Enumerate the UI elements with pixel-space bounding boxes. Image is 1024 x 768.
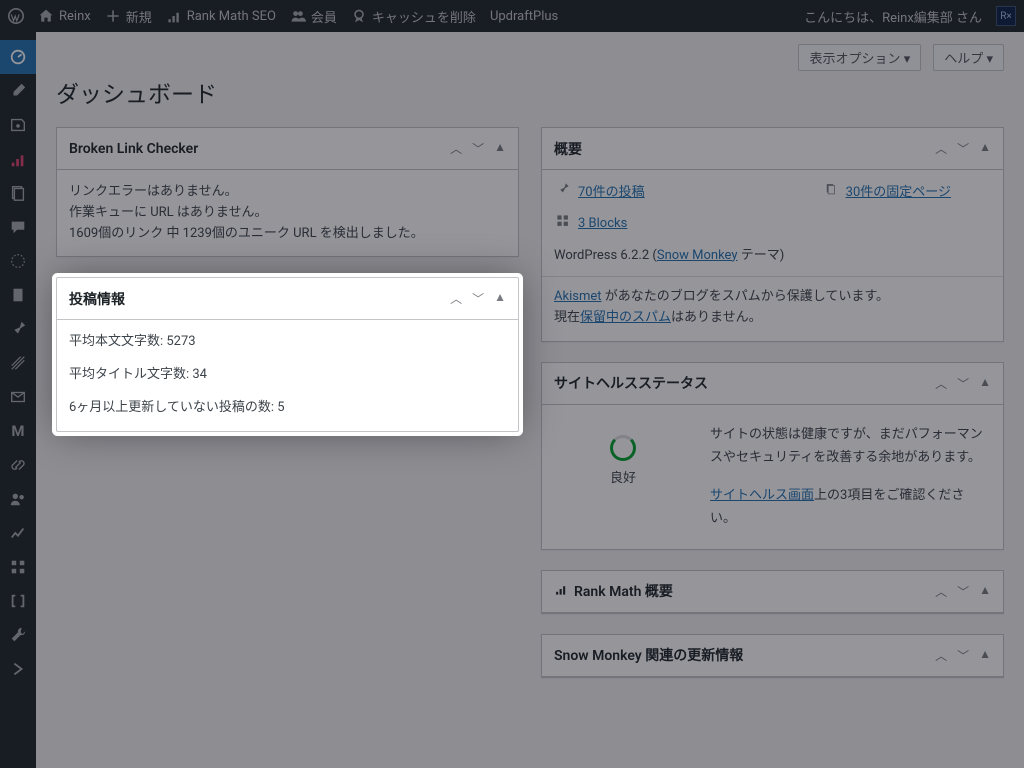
menu-media[interactable] <box>0 108 36 142</box>
blc-title: Broken Link Checker <box>69 141 198 157</box>
menu-analytics[interactable] <box>0 516 36 550</box>
menu-slash[interactable] <box>0 346 36 380</box>
rankmath-bar-link[interactable]: Rank Math SEO <box>166 8 276 24</box>
menu-m[interactable]: M <box>0 414 36 448</box>
menu-grid[interactable] <box>0 550 36 584</box>
move-up-icon[interactable]: ︿ <box>450 290 462 307</box>
stale-posts: 6ヶ月以上更新していない投稿の数: 5 <box>69 398 506 419</box>
menu-rankmath[interactable] <box>0 142 36 176</box>
theme-link[interactable]: Snow Monkey <box>657 248 738 263</box>
site-home-link[interactable]: Reinx <box>38 8 91 24</box>
pin-icon <box>554 182 572 204</box>
toggle-icon[interactable]: ▲ <box>494 290 506 307</box>
new-content-link[interactable]: 新規 <box>105 7 152 26</box>
move-up-icon[interactable]: ︿ <box>935 375 947 392</box>
site-health-box: サイトヘルスステータス ︿ ﹀ ▲ 良好 サイトの状態は健康で <box>541 362 1004 550</box>
health-desc: サイトの状態は健康ですが、まだパフォーマンスやセキュリティを改善する余地がありま… <box>710 423 987 470</box>
rightnow-title: 概要 <box>554 139 582 159</box>
broken-link-checker-box: Broken Link Checker ︿ ﹀ ▲ リンクエラーはありません。 … <box>56 127 519 257</box>
blocks-count-link[interactable]: 3 Blocks <box>578 214 627 235</box>
blc-line3: 1609個のリンク 中 1239個のユニーク URL を検出しました。 <box>69 224 506 245</box>
menu-doc[interactable] <box>0 278 36 312</box>
menu-users[interactable] <box>0 482 36 516</box>
move-down-icon[interactable]: ﹀ <box>957 375 969 392</box>
avg-body-chars: 平均本文文字数: 5273 <box>69 332 506 353</box>
menu-generic-circle[interactable] <box>0 244 36 278</box>
wp-logo[interactable] <box>8 8 24 24</box>
menu-arrow[interactable] <box>0 652 36 686</box>
toggle-icon[interactable]: ▲ <box>979 583 991 600</box>
postinfo-title: 投稿情報 <box>69 289 125 309</box>
post-info-box: 投稿情報 ︿ ﹀ ▲ 平均本文文字数: 5273 平均タイトル文字数: 34 6… <box>56 277 519 431</box>
avg-title-chars: 平均タイトル文字数: 34 <box>69 365 506 386</box>
screen-options-button[interactable]: 表示オプション ▾ <box>798 44 921 71</box>
clear-cache-link[interactable]: キャッシュを削除 <box>351 7 476 26</box>
sitehealth-title: サイトヘルスステータス <box>554 373 708 393</box>
help-button[interactable]: ヘルプ ▾ <box>933 44 1004 71</box>
medal-icon <box>351 8 367 24</box>
snowmonkey-updates-box: Snow Monkey 関連の更新情報 ︿ ﹀ ▲ <box>541 634 1004 678</box>
blc-line2: 作業キューに URL はありません。 <box>69 203 506 224</box>
greeting[interactable]: こんにちは、Reinx編集部 さん <box>804 7 982 26</box>
page-title: ダッシュボード <box>56 75 1004 109</box>
move-up-icon[interactable]: ︿ <box>935 140 947 157</box>
move-up-icon[interactable]: ︿ <box>935 583 947 600</box>
chart-icon <box>554 582 568 600</box>
users-icon <box>290 8 306 24</box>
move-up-icon[interactable]: ︿ <box>450 140 462 157</box>
toggle-icon[interactable]: ▲ <box>494 140 506 157</box>
move-down-icon[interactable]: ﹀ <box>472 290 484 307</box>
blc-line1: リンクエラーはありません。 <box>69 182 506 203</box>
plus-icon <box>105 8 121 24</box>
menu-pin[interactable] <box>0 312 36 346</box>
rankmath-overview-box: Rank Math 概要 ︿ ﹀ ▲ <box>541 570 1004 614</box>
move-down-icon[interactable]: ﹀ <box>957 647 969 664</box>
move-up-icon[interactable]: ︿ <box>935 647 947 664</box>
blocks-icon <box>554 214 572 236</box>
menu-posts[interactable] <box>0 74 36 108</box>
health-progress-ring <box>610 435 636 461</box>
chart-icon <box>166 8 182 24</box>
move-down-icon[interactable]: ﹀ <box>472 140 484 157</box>
toggle-icon[interactable]: ▲ <box>979 647 991 664</box>
menu-comments[interactable] <box>0 210 36 244</box>
menu-mail[interactable] <box>0 380 36 414</box>
menu-link[interactable] <box>0 448 36 482</box>
members-link[interactable]: 会員 <box>290 7 337 26</box>
site-health-screen-link[interactable]: サイトヘルス画面 <box>710 488 814 503</box>
pages-icon <box>822 182 840 204</box>
move-down-icon[interactable]: ﹀ <box>957 140 969 157</box>
spam-queue-link[interactable]: 保留中のスパム <box>580 310 671 325</box>
pages-count-link[interactable]: 30件の固定ページ <box>846 183 951 204</box>
posts-count-link[interactable]: 70件の投稿 <box>578 183 645 204</box>
menu-tools[interactable] <box>0 618 36 652</box>
menu-bracket[interactable] <box>0 584 36 618</box>
toggle-icon[interactable]: ▲ <box>979 375 991 392</box>
admin-side-menu: M <box>0 32 36 768</box>
menu-dashboard[interactable] <box>0 40 36 74</box>
health-status-label: 良好 <box>558 469 688 490</box>
toggle-icon[interactable]: ▲ <box>979 140 991 157</box>
avatar[interactable]: R× <box>996 6 1016 26</box>
wp-version: WordPress 6.2.2 ( <box>554 248 657 263</box>
akismet-link[interactable]: Akismet <box>554 289 602 304</box>
home-icon <box>38 8 54 24</box>
updraft-link[interactable]: UpdraftPlus <box>490 9 558 24</box>
admin-bar: Reinx 新規 Rank Math SEO 会員 キャッシュを削除 Updra… <box>0 0 1024 32</box>
menu-pages[interactable] <box>0 176 36 210</box>
content-area: 表示オプション ▾ ヘルプ ▾ ダッシュボード Broken Link Chec… <box>36 32 1024 768</box>
snowmonkey-box-title: Snow Monkey 関連の更新情報 <box>554 645 743 665</box>
at-a-glance-box: 概要 ︿ ﹀ ▲ 70件の投稿 30件の固定ページ 3 Blocks <box>541 127 1004 342</box>
rankmath-box-title: Rank Math 概要 <box>554 581 673 601</box>
move-down-icon[interactable]: ﹀ <box>957 583 969 600</box>
